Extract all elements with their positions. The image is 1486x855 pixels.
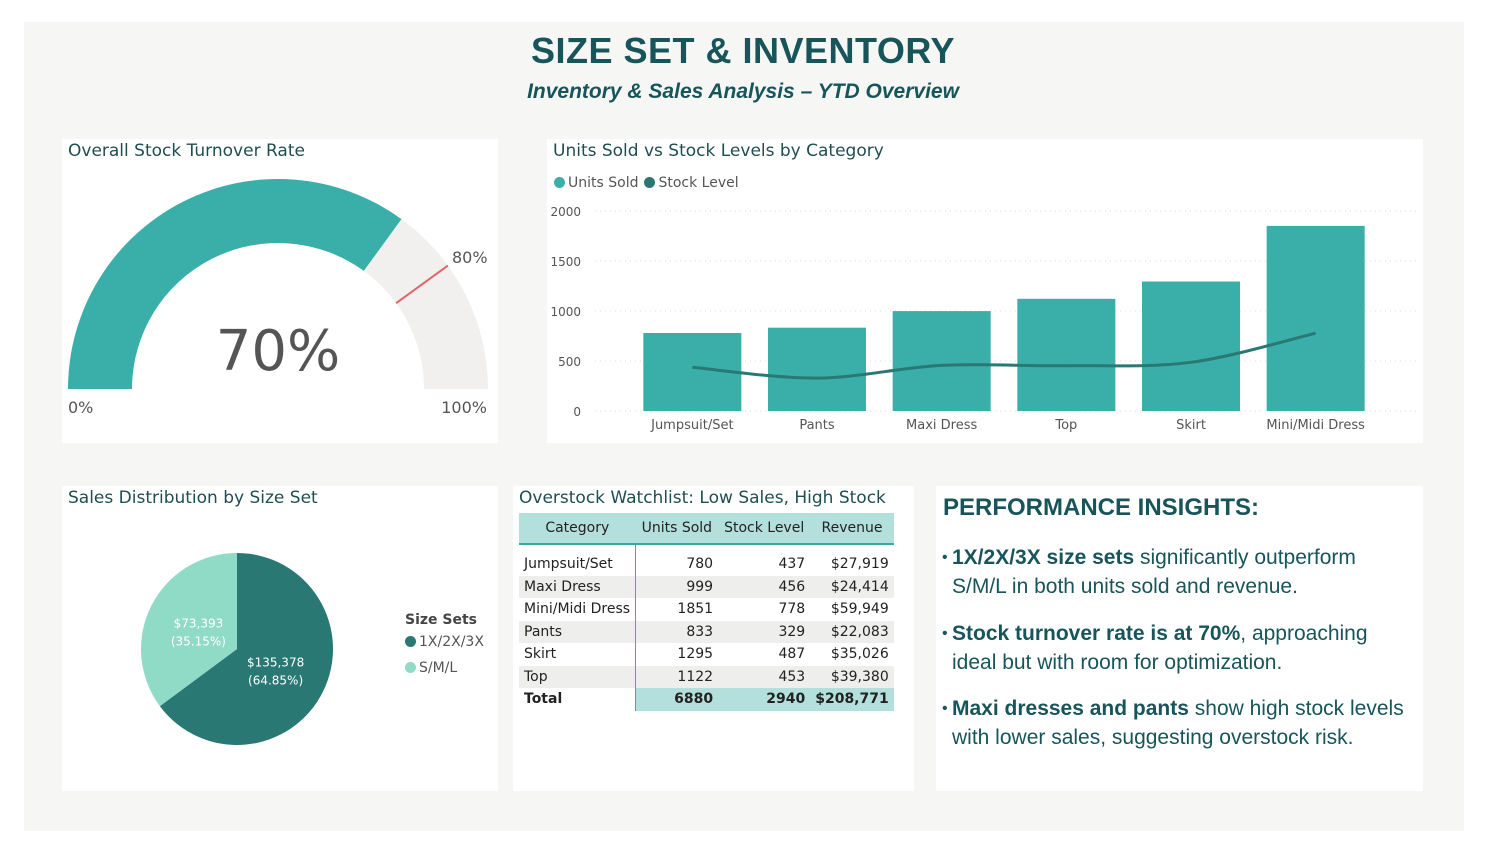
watchlist-card: Overstock Watchlist: Low Sales, High Sto… <box>513 486 914 791</box>
bullet-icon: • <box>942 549 948 566</box>
bar-units-sold[interactable] <box>768 327 866 411</box>
page-title: SIZE SET & INVENTORY <box>530 30 956 71</box>
cell-units-sold: 1122 <box>635 665 719 688</box>
cell-total-label: Total <box>519 688 637 711</box>
legend-label-1x2x3x: 1X/2X/3X <box>419 634 484 650</box>
cell-units-sold: 833 <box>635 620 719 643</box>
table-header-row: Category Units Sold Stock Level Revenue <box>519 513 894 545</box>
legend-dot-icon <box>405 636 416 647</box>
y-tick-label: 500 <box>558 355 581 369</box>
insights-title: PERFORMANCE INSIGHTS: <box>943 494 1260 521</box>
cell-revenue: $59,949 <box>830 601 889 618</box>
gauge-chart: 70% 0% 100% 80% <box>68 179 488 417</box>
gauge-target-label: 80% <box>452 248 488 267</box>
cell-revenue: $24,414 <box>810 575 894 598</box>
cell-units-sold: 1295 <box>677 646 714 663</box>
units-stock-card: Units Sold vs Stock Levels by Category U… <box>547 139 1423 443</box>
y-tick-label: 1000 <box>550 305 581 319</box>
gauge-card: Overall Stock Turnover Rate 70% 0% 100% … <box>62 139 498 443</box>
cell-units-sold: 1851 <box>677 601 714 618</box>
cell-category: Skirt <box>519 643 637 666</box>
page-subtitle: Inventory & Sales Analysis – YTD Overvie… <box>527 80 959 103</box>
cell-revenue: $22,083 <box>810 620 894 643</box>
column-header-units-sold[interactable]: Units Sold <box>635 513 719 545</box>
pie-legend-title: Size Sets <box>405 612 478 628</box>
x-tick-label: Top <box>1054 418 1077 433</box>
y-tick-label: 1500 <box>550 255 581 269</box>
insight-item: • 1X/2X/3X size sets significantly outper… <box>942 543 1412 601</box>
watchlist-title: Overstock Watchlist: Low Sales, High Sto… <box>519 488 886 508</box>
cell-stock-level: 778 <box>778 601 806 618</box>
units-stock-chart: 0 500 1000 1500 2000 Jumpsuit/Set Pants Maxi Dr… <box>550 205 1417 433</box>
insight-bold: Stock turnover rate is at 70% <box>952 622 1241 645</box>
bar-units-sold[interactable] <box>892 311 991 411</box>
pie-value-label: $135,378 <box>247 655 304 669</box>
cell-category: Jumpsuit/Set <box>519 553 637 576</box>
x-tick-label: Maxi Dress <box>906 418 977 433</box>
table-row[interactable]: Pants 833 329 $22,083 <box>519 620 894 643</box>
insight-item: • Maxi dresses and pants show high stock … <box>942 694 1412 752</box>
cell-units-sold: 780 <box>686 556 714 573</box>
cell-revenue: $39,380 <box>810 665 894 688</box>
pie-card: Sales Distribution by Size Set $135,378(… <box>62 486 498 791</box>
cell-total-revenue: $208,771 <box>810 688 894 711</box>
gauge-min-label: 0% <box>68 398 93 417</box>
cell-total-stock-level: 2940 <box>718 688 811 711</box>
table-spacer <box>519 544 894 553</box>
table-row[interactable]: Mini/Midi Dress 1851 778 $59,949 <box>519 598 894 621</box>
legend-item-sml[interactable]: S/M/L <box>405 660 484 676</box>
table-row[interactable]: Top 1122 453 $39,380 <box>519 665 894 688</box>
table-row[interactable]: Skirt 1295 487 $35,026 <box>519 643 894 666</box>
bullet-icon: • <box>942 625 948 642</box>
pie-percent-label: (64.85%) <box>248 673 303 687</box>
cell-stock-level: 487 <box>778 646 806 663</box>
cell-stock-level: 456 <box>718 575 811 598</box>
gauge-max-label: 100% <box>441 398 487 417</box>
cell-category: Mini/Midi Dress <box>519 598 637 621</box>
legend-item-1x2x3x[interactable]: 1X/2X/3X <box>405 634 484 650</box>
cell-revenue: $35,026 <box>830 646 889 663</box>
insight-bold: Maxi dresses and pants <box>952 697 1189 720</box>
cell-stock-level: 437 <box>778 556 806 573</box>
table-row[interactable]: Maxi Dress 999 456 $24,414 <box>519 575 894 598</box>
x-tick-label: Mini/Midi Dress <box>1266 418 1365 433</box>
cell-units-sold: 999 <box>635 575 719 598</box>
pie-legend: Size Sets 1X/2X/3X S/M/L <box>405 612 484 676</box>
column-header-stock-level[interactable]: Stock Level <box>718 513 811 545</box>
gauge-value-label: 70% <box>216 319 340 384</box>
cell-total-units-sold: 6880 <box>635 688 719 711</box>
cell-stock-level: 453 <box>718 665 811 688</box>
bar-units-sold[interactable] <box>1142 281 1240 412</box>
x-tick-label: Pants <box>799 418 835 433</box>
pie-value-label: $73,393 <box>174 617 224 631</box>
insight-item: • Stock turnover rate is at 70%, approach… <box>942 619 1412 677</box>
cell-revenue: $27,919 <box>830 556 889 573</box>
cell-category: Maxi Dress <box>519 575 637 598</box>
legend-dot-icon <box>405 662 416 673</box>
legend-label-sml: S/M/L <box>419 660 458 676</box>
table-total-row: Total 6880 2940 $208,771 <box>519 688 894 711</box>
y-tick-label: 2000 <box>550 205 581 219</box>
bullet-icon: • <box>942 700 948 717</box>
y-tick-label: 0 <box>573 405 581 419</box>
cell-category: Pants <box>519 620 637 643</box>
cell-stock-level: 329 <box>718 620 811 643</box>
column-header-category[interactable]: Category <box>519 513 636 545</box>
table-row[interactable]: Jumpsuit/Set 780 437 $27,919 <box>519 553 894 576</box>
insights-card: PERFORMANCE INSIGHTS: • 1X/2X/3X size set… <box>936 486 1423 791</box>
x-tick-label: Skirt <box>1176 418 1206 433</box>
x-tick-label: Jumpsuit/Set <box>650 418 733 433</box>
insight-bold: 1X/2X/3X size sets <box>952 546 1135 569</box>
column-header-revenue[interactable]: Revenue <box>810 513 894 545</box>
watchlist-table: Category Units Sold Stock Level Revenue … <box>519 513 894 711</box>
cell-category: Top <box>519 665 637 688</box>
bar-units-sold[interactable] <box>1266 225 1365 411</box>
pie-percent-label: (35.15%) <box>171 635 226 649</box>
bar-units-sold[interactable] <box>1017 298 1116 411</box>
